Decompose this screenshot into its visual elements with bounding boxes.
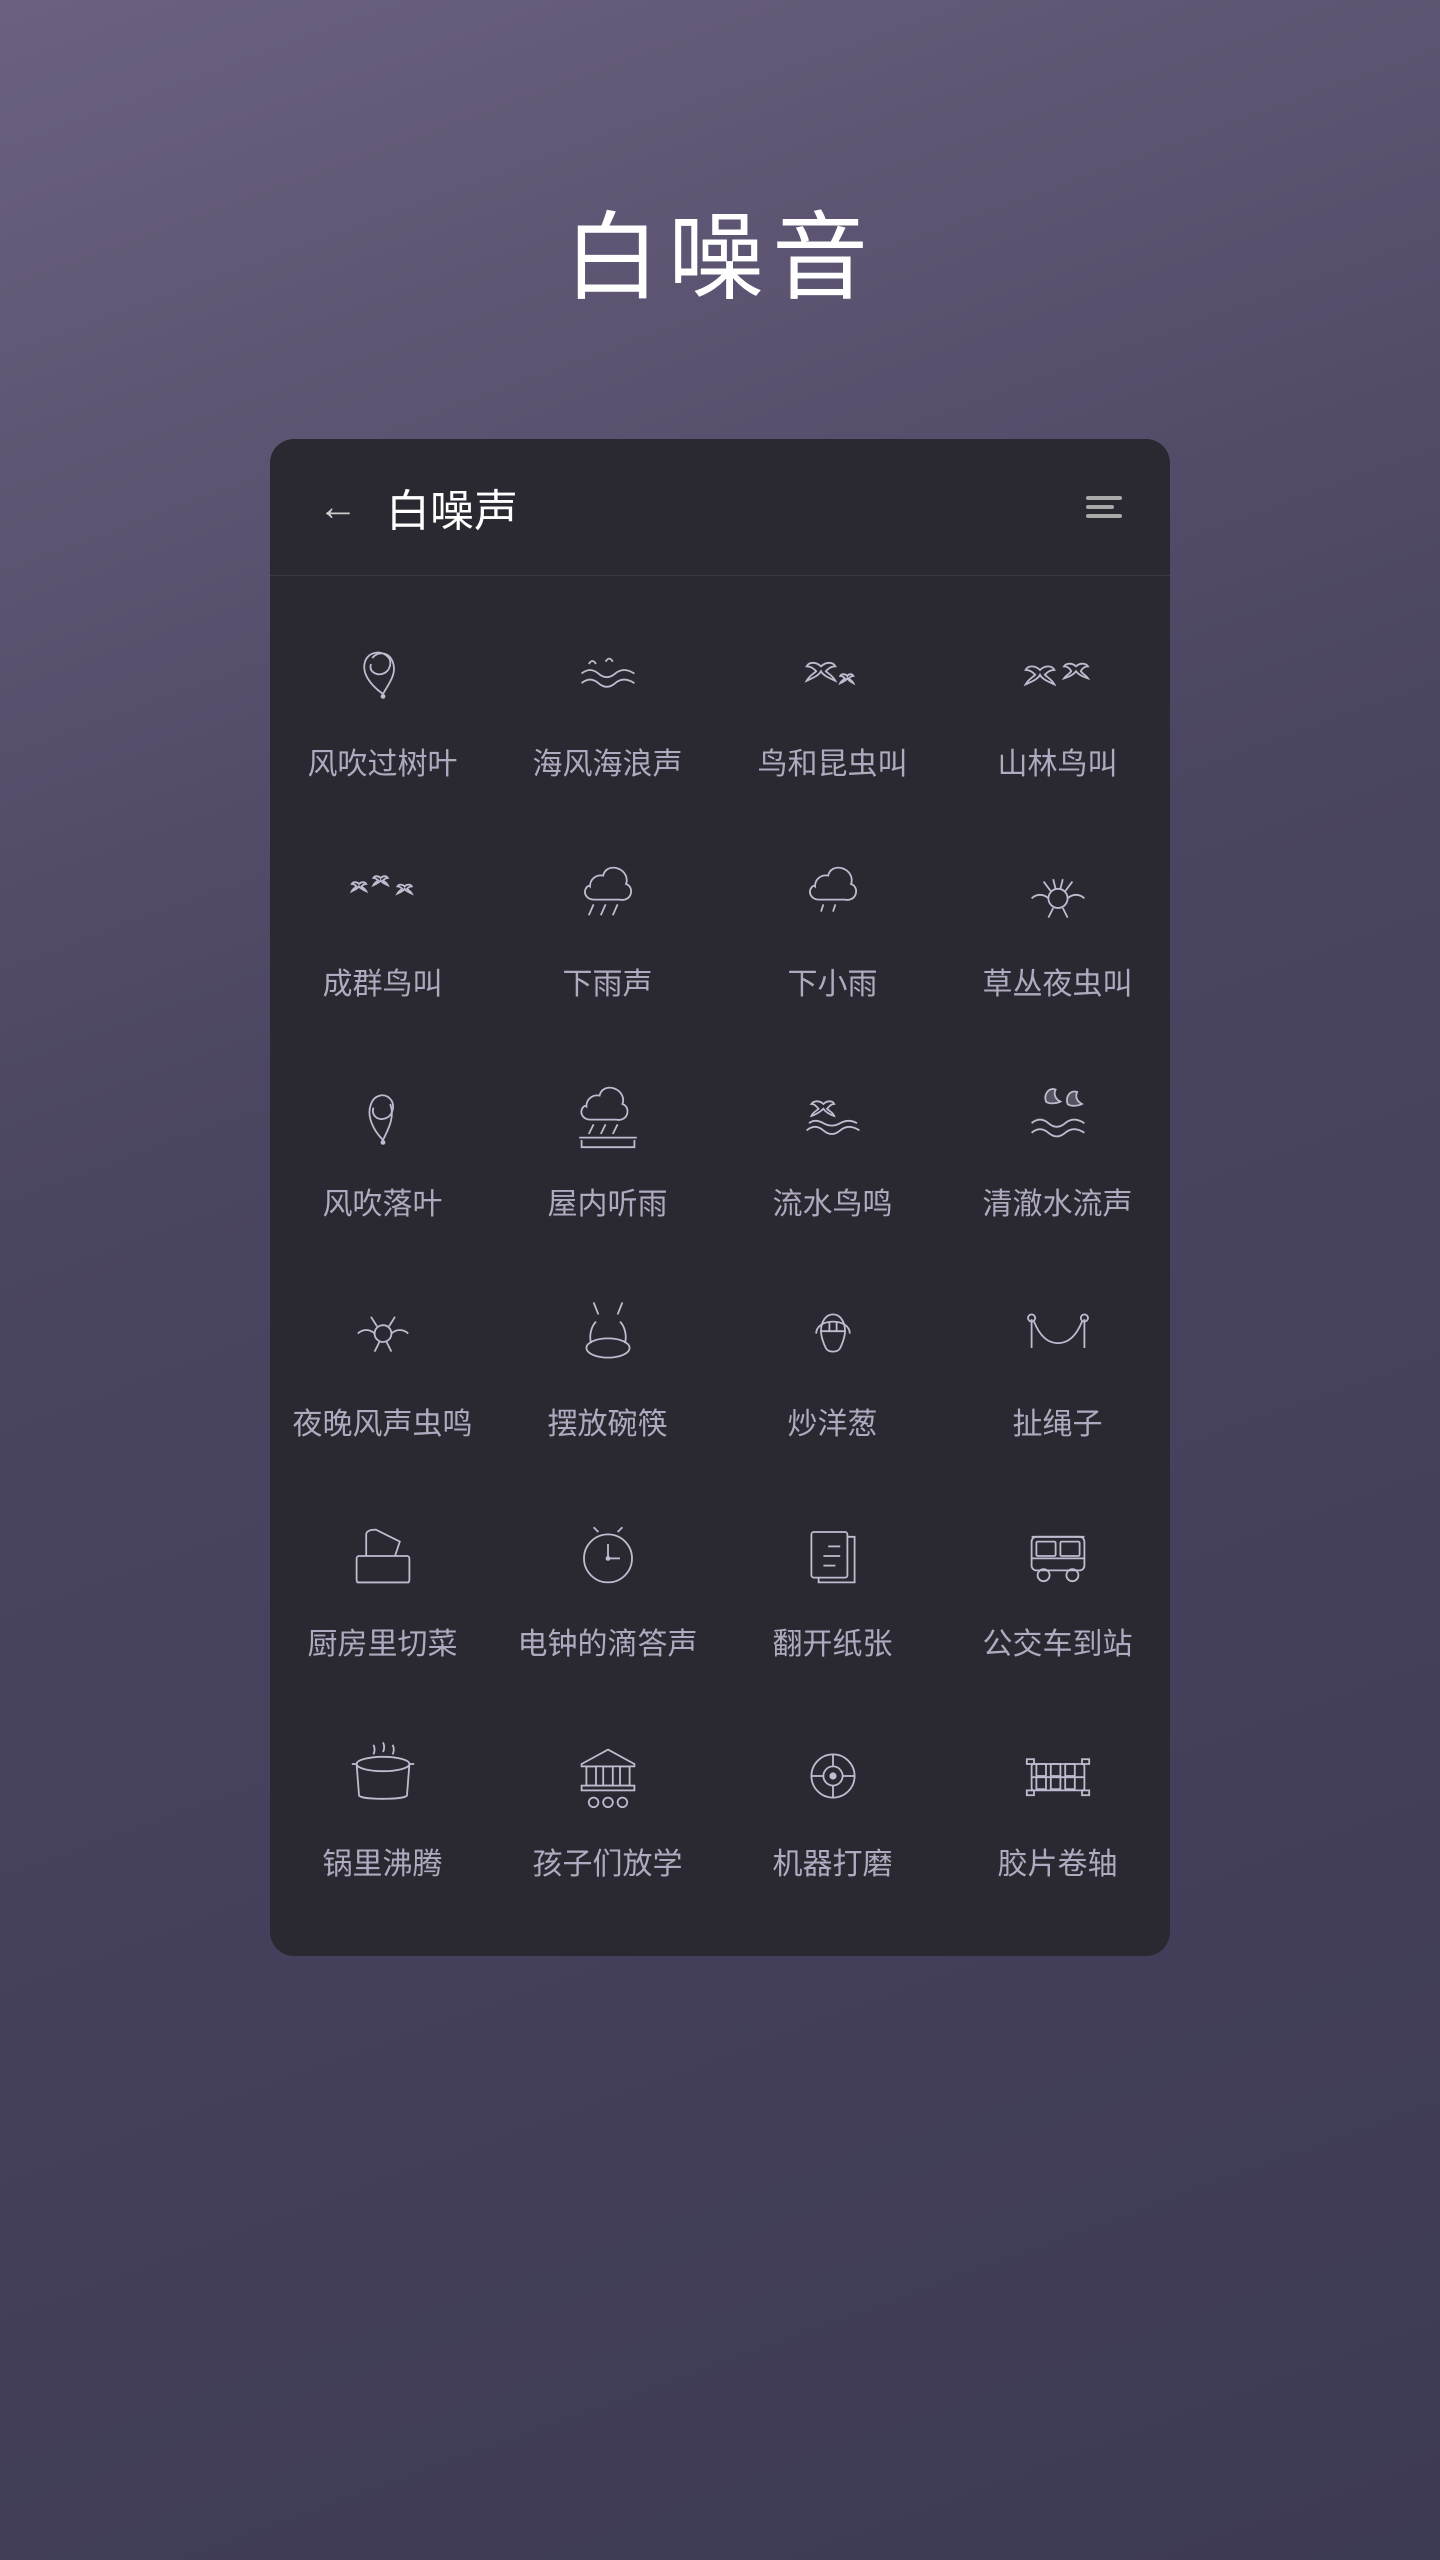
sea-waves-label: 海风海浪声 xyxy=(533,744,683,786)
sound-item-chopsticks[interactable]: 摆放碗筷 xyxy=(495,1256,720,1476)
clock-tick-icon xyxy=(568,1516,648,1596)
indoor-rain-label: 屋内听雨 xyxy=(548,1184,668,1226)
sound-item-fry-onion[interactable]: 炒洋葱 xyxy=(720,1256,945,1476)
clear-stream-icon xyxy=(1018,1076,1098,1156)
sound-item-clear-stream[interactable]: 清澈水流声 xyxy=(945,1036,1170,1256)
pot-boil-icon xyxy=(343,1736,423,1816)
flock-birds-label: 成群鸟叫 xyxy=(323,964,443,1006)
film-reel-icon xyxy=(1018,1736,1098,1816)
kitchen-chop-label: 厨房里切菜 xyxy=(308,1624,458,1666)
flock-birds-icon xyxy=(343,856,423,936)
sound-item-light-rain[interactable]: 下小雨 xyxy=(720,816,945,1036)
card-header: ← 白噪声 xyxy=(270,439,1170,576)
light-rain-label: 下小雨 xyxy=(788,964,878,1006)
night-wind-bugs-label: 夜晚风声虫鸣 xyxy=(293,1404,473,1446)
back-button[interactable]: ← xyxy=(318,487,358,527)
sound-item-machine-grind[interactable]: 机器打磨 xyxy=(720,1696,945,1916)
flip-paper-label: 翻开纸张 xyxy=(773,1624,893,1666)
sound-item-sea-waves[interactable]: 海风海浪声 xyxy=(495,596,720,816)
fry-onion-icon xyxy=(793,1296,873,1376)
header-left: ← 白噪声 xyxy=(318,475,518,539)
school-out-icon xyxy=(568,1736,648,1816)
sound-item-falling-leaves[interactable]: 风吹落叶 xyxy=(270,1036,495,1256)
kitchen-chop-icon xyxy=(343,1516,423,1596)
sound-item-forest-birds[interactable]: 山林鸟叫 xyxy=(945,596,1170,816)
night-wind-bugs-icon xyxy=(343,1296,423,1376)
sound-item-flip-paper[interactable]: 翻开纸张 xyxy=(720,1476,945,1696)
birds-insects-icon xyxy=(793,636,873,716)
sound-item-school-out[interactable]: 孩子们放学 xyxy=(495,1696,720,1916)
machine-grind-icon xyxy=(793,1736,873,1816)
wind-leaves-icon xyxy=(343,636,423,716)
sound-item-clock-tick[interactable]: 电钟的滴答声 xyxy=(495,1476,720,1696)
wind-leaves-label: 风吹过树叶 xyxy=(308,744,458,786)
sound-item-bus-stop[interactable]: 公交车到站 xyxy=(945,1476,1170,1696)
falling-leaves-label: 风吹落叶 xyxy=(323,1184,443,1226)
fry-onion-label: 炒洋葱 xyxy=(788,1404,878,1446)
sound-item-flock-birds[interactable]: 成群鸟叫 xyxy=(270,816,495,1036)
sound-item-kitchen-chop[interactable]: 厨房里切菜 xyxy=(270,1476,495,1696)
sound-item-rain[interactable]: 下雨声 xyxy=(495,816,720,1036)
pot-boil-label: 锅里沸腾 xyxy=(323,1844,443,1886)
bus-stop-label: 公交车到站 xyxy=(983,1624,1133,1666)
flip-paper-icon xyxy=(793,1516,873,1596)
night-insects-label: 草丛夜虫叫 xyxy=(983,964,1133,1006)
school-out-label: 孩子们放学 xyxy=(533,1844,683,1886)
film-reel-label: 胶片卷轴 xyxy=(998,1844,1118,1886)
sound-item-film-reel[interactable]: 胶片卷轴 xyxy=(945,1696,1170,1916)
chopsticks-icon xyxy=(568,1296,648,1376)
bus-stop-icon xyxy=(1018,1516,1098,1596)
sound-item-wind-leaves[interactable]: 风吹过树叶 xyxy=(270,596,495,816)
rain-icon xyxy=(568,856,648,936)
card-title: 白噪声 xyxy=(386,475,518,539)
rain-label: 下雨声 xyxy=(563,964,653,1006)
main-card: ← 白噪声 风吹过树叶 海风海浪声 鸟和昆虫叫 山林鸟叫成群鸟叫 下雨声 下小雨 草丛夜虫叫… xyxy=(270,439,1170,1956)
page-title: 白噪音 xyxy=(564,180,876,319)
sound-grid: 风吹过树叶 海风海浪声 鸟和昆虫叫 山林鸟叫成群鸟叫 下雨声 下小雨 草丛夜虫叫风吹落叶 屋内… xyxy=(270,576,1170,1956)
sound-item-night-insects[interactable]: 草丛夜虫叫 xyxy=(945,816,1170,1036)
birds-insects-label: 鸟和昆虫叫 xyxy=(758,744,908,786)
sound-item-birds-insects[interactable]: 鸟和昆虫叫 xyxy=(720,596,945,816)
sound-item-jump-rope[interactable]: 扯绳子 xyxy=(945,1256,1170,1476)
clock-tick-label: 电钟的滴答声 xyxy=(518,1624,698,1666)
machine-grind-label: 机器打磨 xyxy=(773,1844,893,1886)
sea-waves-icon xyxy=(568,636,648,716)
forest-birds-label: 山林鸟叫 xyxy=(998,744,1118,786)
chopsticks-label: 摆放碗筷 xyxy=(548,1404,668,1446)
forest-birds-icon xyxy=(1018,636,1098,716)
night-insects-icon xyxy=(1018,856,1098,936)
light-rain-icon xyxy=(793,856,873,936)
falling-leaves-icon xyxy=(343,1076,423,1156)
jump-rope-label: 扯绳子 xyxy=(1013,1404,1103,1446)
sound-item-indoor-rain[interactable]: 屋内听雨 xyxy=(495,1036,720,1256)
stream-birds-label: 流水鸟鸣 xyxy=(773,1184,893,1226)
sound-item-pot-boil[interactable]: 锅里沸腾 xyxy=(270,1696,495,1916)
jump-rope-icon xyxy=(1018,1296,1098,1376)
sound-item-night-wind-bugs[interactable]: 夜晚风声虫鸣 xyxy=(270,1256,495,1476)
stream-birds-icon xyxy=(793,1076,873,1156)
sound-item-stream-birds[interactable]: 流水鸟鸣 xyxy=(720,1036,945,1256)
playlist-icon[interactable] xyxy=(1086,496,1122,518)
indoor-rain-icon xyxy=(568,1076,648,1156)
clear-stream-label: 清澈水流声 xyxy=(983,1184,1133,1226)
